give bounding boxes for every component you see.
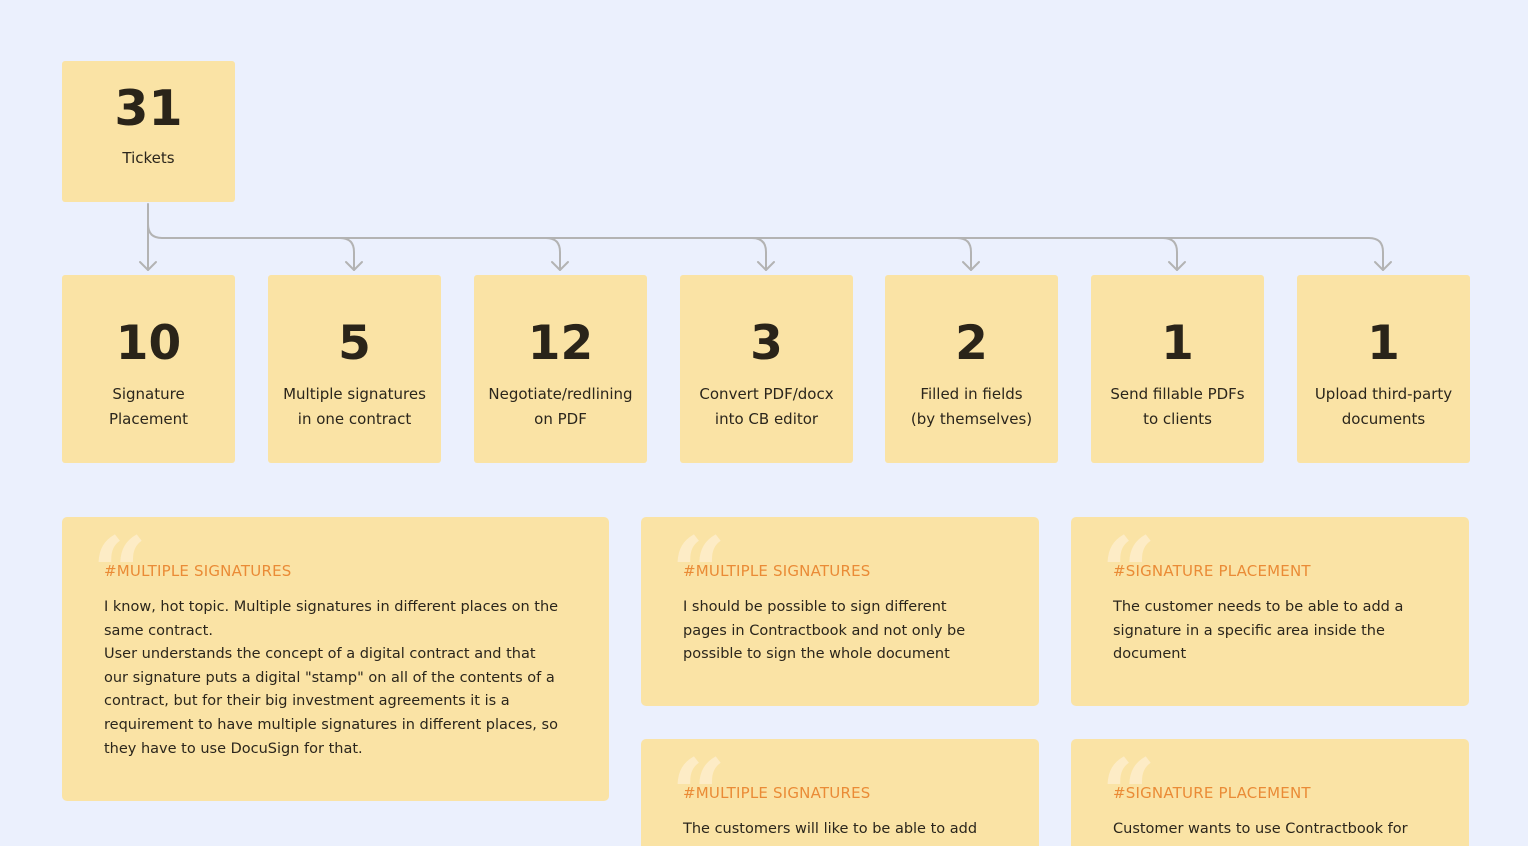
category-card-send-fillable-pdfs: 1 Send fillable PDFs to clients [1091, 275, 1264, 463]
quote-text: The customers will like to be able to ad… [683, 821, 978, 837]
category-count: 12 [527, 316, 594, 371]
category-label: Send fillable PDFs to clients [1110, 385, 1245, 428]
quote-text: Customer wants to use Contractbook for [1113, 821, 1408, 837]
category-card-upload-third-party: 1 Upload third-party documents [1297, 275, 1470, 463]
category-card-filled-in-fields: 2 Filled in fields (by themselves) [885, 275, 1058, 463]
quote-text: The customer needs to be able to add a s… [1113, 599, 1404, 663]
arrowhead-1 [139, 261, 157, 271]
category-count: 1 [1367, 316, 1400, 371]
arrowhead-5 [962, 261, 980, 271]
quote-card: “ #MULTIPLE SIGNATURES I should be possi… [641, 517, 1039, 706]
category-label: Multiple signatures in one contract [283, 385, 426, 428]
category-count: 2 [955, 316, 988, 371]
category-card-convert-pdf: 3 Convert PDF/docx into CB editor [680, 275, 853, 463]
arrowhead-6 [1168, 261, 1186, 271]
quote-card: “ #SIGNATURE PLACEMENT Customer wants to… [1071, 739, 1469, 846]
category-label: Signature Placement [108, 385, 189, 428]
branch-4 [751, 237, 767, 271]
arrowhead-3 [551, 261, 569, 271]
quote-tag: #SIGNATURE PLACEMENT [1113, 562, 1311, 580]
category-count: 1 [1161, 316, 1194, 371]
branch-5 [956, 237, 972, 271]
quote-tag: #SIGNATURE PLACEMENT [1113, 784, 1311, 802]
branch-3 [545, 237, 561, 271]
arrowhead-2 [345, 261, 363, 271]
quote-card: “ #SIGNATURE PLACEMENT The customer need… [1071, 517, 1469, 706]
quote-tag: #MULTIPLE SIGNATURES [104, 562, 292, 580]
category-count: 5 [338, 316, 371, 371]
category-label: Convert PDF/docx into CB editor [699, 385, 834, 428]
branch-6 [1162, 237, 1178, 271]
total-tickets-label: Tickets [122, 149, 175, 167]
total-tickets-card: 31 Tickets [62, 61, 235, 202]
category-label: Upload third-party documents [1314, 385, 1453, 428]
branch-line [147, 223, 1384, 271]
category-card-signature-placement: 10 Signature Placement [62, 275, 235, 463]
category-count: 10 [115, 316, 182, 371]
quote-card: “ #MULTIPLE SIGNATURES The customers wil… [641, 739, 1039, 846]
arrowhead-7 [1374, 261, 1392, 271]
category-label: Negotiate/redlining on PDF [488, 385, 633, 428]
category-count: 3 [750, 316, 783, 371]
quote-card: “ #MULTIPLE SIGNATURES I know, hot topic… [62, 517, 609, 801]
category-card-negotiate-redlining: 12 Negotiate/redlining on PDF [474, 275, 647, 463]
branch-2 [339, 237, 355, 271]
category-label: Filled in fields (by themselves) [910, 385, 1033, 428]
total-tickets-count: 31 [114, 80, 183, 137]
arrowhead-4 [757, 261, 775, 271]
category-card-multiple-signatures: 5 Multiple signatures in one contract [268, 275, 441, 463]
quote-tag: #MULTIPLE SIGNATURES [683, 562, 871, 580]
quote-tag: #MULTIPLE SIGNATURES [683, 784, 871, 802]
quote-text: I know, hot topic. Multiple signatures i… [104, 599, 559, 757]
quote-text: I should be possible to sign different p… [683, 599, 966, 663]
